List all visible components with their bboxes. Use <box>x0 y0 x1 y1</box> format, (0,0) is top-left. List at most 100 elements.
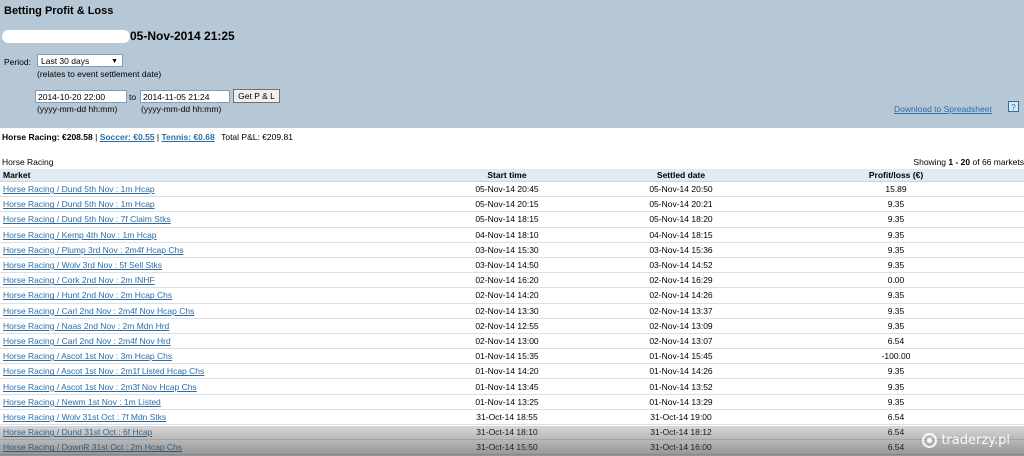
market-cell: Horse Racing / Carl 2nd Nov : 2m4f Nov H… <box>0 333 420 350</box>
table-row: Horse Racing / Wolv 3rd Nov : 5f Sell St… <box>0 257 1024 274</box>
market-link[interactable]: Horse Racing / Dund 5th Nov : 7f Claim S… <box>3 214 171 224</box>
period-label: Period: <box>4 57 31 67</box>
settled-date-cell: 02-Nov-14 16:29 <box>594 272 768 289</box>
dropdown-arrow-icon[interactable]: ▼ <box>111 55 118 68</box>
table-row: Horse Racing / Ascot 1st Nov : 2m3f Nov … <box>0 378 1024 395</box>
market-link[interactable]: Horse Racing / Dund 31st Oct : 6f Hcap <box>3 427 152 437</box>
profit-loss-cell: 6.54 <box>768 409 1024 426</box>
market-link[interactable]: Horse Racing / Naas 2nd Nov : 2m Mdn Hrd <box>3 321 169 331</box>
market-cell: Horse Racing / Naas 2nd Nov : 2m Mdn Hrd <box>0 318 420 334</box>
market-cell: Horse Racing / Dund 5th Nov : 1m Hcap <box>0 196 420 213</box>
start-time-cell: 02-Nov-14 13:00 <box>420 333 594 350</box>
market-link[interactable]: Horse Racing / Hunt 2nd Nov : 2m Hcap Ch… <box>3 290 172 300</box>
market-link[interactable]: Horse Racing / Plump 3rd Nov : 2m4f Hcap… <box>3 245 183 255</box>
from-date-format-hint: (yyyy-mm-dd hh:mm) <box>37 104 118 114</box>
current-datetime: 05-Nov-2014 21:25 <box>130 29 235 43</box>
settled-date-cell: 01-Nov-14 14:26 <box>594 363 768 380</box>
start-time-cell: 03-Nov-14 14:50 <box>420 257 594 274</box>
market-link[interactable]: Horse Racing / Ascot 1st Nov : 2m1f List… <box>3 366 204 376</box>
profit-loss-cell: 9.35 <box>768 303 1024 319</box>
market-link[interactable]: Horse Racing / Carl 2nd Nov : 2m4f Nov H… <box>3 306 194 316</box>
settled-date-cell: 03-Nov-14 14:52 <box>594 257 768 274</box>
market-link[interactable]: Horse Racing / Ascot 1st Nov : 2m3f Nov … <box>3 382 197 392</box>
from-date-input[interactable] <box>35 90 127 103</box>
table-row: Horse Racing / Dund 31st Oct : 6f Hcap 31… <box>0 424 1024 441</box>
header-panel: Betting Profit & Loss 05-Nov-2014 21:25 … <box>0 0 1024 128</box>
table-row: Horse Racing / Ascot 1st Nov : 2m1f List… <box>0 363 1024 380</box>
page-title: Betting Profit & Loss <box>4 5 114 17</box>
showing-range: 1 - 20 <box>948 157 971 167</box>
settled-date-cell: 01-Nov-14 13:29 <box>594 394 768 410</box>
start-time-cell: 01-Nov-14 15:35 <box>420 348 594 365</box>
market-cell: Horse Racing / Ascot 1st Nov : 3m Hcap C… <box>0 348 420 365</box>
table-row: Horse Racing / Wolv 31st Oct : 7f Mdn St… <box>0 409 1024 426</box>
period-note: (relates to event settlement date) <box>37 69 162 79</box>
period-select[interactable]: Last 30 days ▼ <box>37 54 123 67</box>
table-row: Horse Racing / Naas 2nd Nov : 2m Mdn Hrd… <box>0 318 1024 334</box>
settled-date-cell: 03-Nov-14 15:36 <box>594 242 768 258</box>
pl-summary: Horse Racing: €208.58 | Soccer: €0.55 | … <box>2 132 293 142</box>
market-link[interactable]: Horse Racing / Carl 2nd Nov : 2m4f Nov H… <box>3 336 171 346</box>
table-header-row: Market Start time Settled date Profit/lo… <box>0 169 1024 182</box>
summary-separator: | <box>156 132 160 142</box>
table-row: Horse Racing / Plump 3rd Nov : 2m4f Hcap… <box>0 242 1024 258</box>
profit-loss-cell: 6.54 <box>768 333 1024 350</box>
market-cell: Horse Racing / Dund 5th Nov : 7f Claim S… <box>0 211 420 228</box>
table-row: Horse Racing / Dund 5th Nov : 7f Claim S… <box>0 211 1024 228</box>
table-row: Horse Racing / Carl 2nd Nov : 2m4f Nov H… <box>0 333 1024 350</box>
start-time-cell: 02-Nov-14 16:20 <box>420 272 594 289</box>
total-pl: Total P&L: €209.81 <box>221 132 293 142</box>
showing-suffix: of 66 markets <box>970 157 1024 167</box>
showing-prefix: Showing <box>913 157 949 167</box>
settled-date-cell: 31-Oct-14 16:00 <box>594 439 768 456</box>
market-link[interactable]: Horse Racing / Kemp 4th Nov : 1m Hcap <box>3 230 157 240</box>
pagination-summary: Showing 1 - 20 of 66 markets <box>913 157 1024 167</box>
watermark: traderzy.pl <box>922 433 1010 448</box>
help-icon[interactable]: ? <box>1008 101 1019 112</box>
profit-loss-cell: 9.35 <box>768 394 1024 410</box>
market-link[interactable]: Horse Racing / Wolv 3rd Nov : 5f Sell St… <box>3 260 162 270</box>
download-spreadsheet-link[interactable]: Download to Spreadsheet <box>894 104 992 114</box>
settled-date-cell: 31-Oct-14 18:12 <box>594 424 768 441</box>
market-cell: Horse Racing / Carl 2nd Nov : 2m4f Nov H… <box>0 303 420 319</box>
start-time-cell: 01-Nov-14 13:25 <box>420 394 594 410</box>
profit-loss-cell: 9.35 <box>768 287 1024 304</box>
section-label: Horse Racing <box>2 157 54 167</box>
to-date-input[interactable] <box>140 90 230 103</box>
market-cell: Horse Racing / DownR 31st Oct : 2m Hcap … <box>0 439 420 456</box>
market-cell: Horse Racing / Dund 5th Nov : 1m Hcap <box>0 181 420 198</box>
market-link[interactable]: Horse Racing / Dund 5th Nov : 1m Hcap <box>3 199 155 209</box>
profit-loss-cell: 9.35 <box>768 227 1024 243</box>
start-time-cell: 05-Nov-14 20:45 <box>420 181 594 198</box>
horse-racing-total: Horse Racing: €208.58 <box>2 132 93 142</box>
market-link[interactable]: Horse Racing / DownR 31st Oct : 2m Hcap … <box>3 442 182 452</box>
table-row: Horse Racing / Dund 5th Nov : 1m Hcap 05-… <box>0 196 1024 213</box>
market-cell: Horse Racing / Wolv 31st Oct : 7f Mdn St… <box>0 409 420 426</box>
market-link[interactable]: Horse Racing / Dund 5th Nov : 1m Hcap <box>3 184 155 194</box>
profit-loss-cell: -100.00 <box>768 348 1024 365</box>
market-cell: Horse Racing / Cork 2nd Nov : 2m INHF <box>0 272 420 289</box>
settled-date-cell: 02-Nov-14 14:26 <box>594 287 768 304</box>
market-cell: Horse Racing / Wolv 3rd Nov : 5f Sell St… <box>0 257 420 274</box>
market-link[interactable]: Horse Racing / Newm 1st Nov : 1m Listed <box>3 397 161 407</box>
period-select-value: Last 30 days <box>41 56 90 66</box>
start-time-cell: 04-Nov-14 18:10 <box>420 227 594 243</box>
to-date-format-hint: (yyyy-mm-dd hh:mm) <box>141 104 222 114</box>
redacted-username <box>2 30 130 43</box>
settled-date-cell: 05-Nov-14 18:20 <box>594 211 768 228</box>
start-time-cell: 02-Nov-14 13:30 <box>420 303 594 319</box>
start-time-cell: 31-Oct-14 15:50 <box>420 439 594 456</box>
market-link[interactable]: Horse Racing / Wolv 31st Oct : 7f Mdn St… <box>3 412 166 422</box>
soccer-total-link[interactable]: Soccer: €0.55 <box>100 132 155 142</box>
market-cell: Horse Racing / Plump 3rd Nov : 2m4f Hcap… <box>0 242 420 258</box>
market-cell: Horse Racing / Newm 1st Nov : 1m Listed <box>0 394 420 410</box>
get-pl-button[interactable]: Get P & L <box>233 89 280 103</box>
table-row: Horse Racing / DownR 31st Oct : 2m Hcap … <box>0 439 1024 456</box>
settled-date-cell: 04-Nov-14 18:15 <box>594 227 768 243</box>
tennis-total-link[interactable]: Tennis: €0.68 <box>161 132 214 142</box>
start-time-cell: 31-Oct-14 18:55 <box>420 409 594 426</box>
market-link[interactable]: Horse Racing / Ascot 1st Nov : 3m Hcap C… <box>3 351 172 361</box>
column-header-profit-loss: Profit/loss (€) <box>768 169 1024 182</box>
market-link[interactable]: Horse Racing / Cork 2nd Nov : 2m INHF <box>3 275 155 285</box>
column-header-settled-date: Settled date <box>594 169 768 182</box>
